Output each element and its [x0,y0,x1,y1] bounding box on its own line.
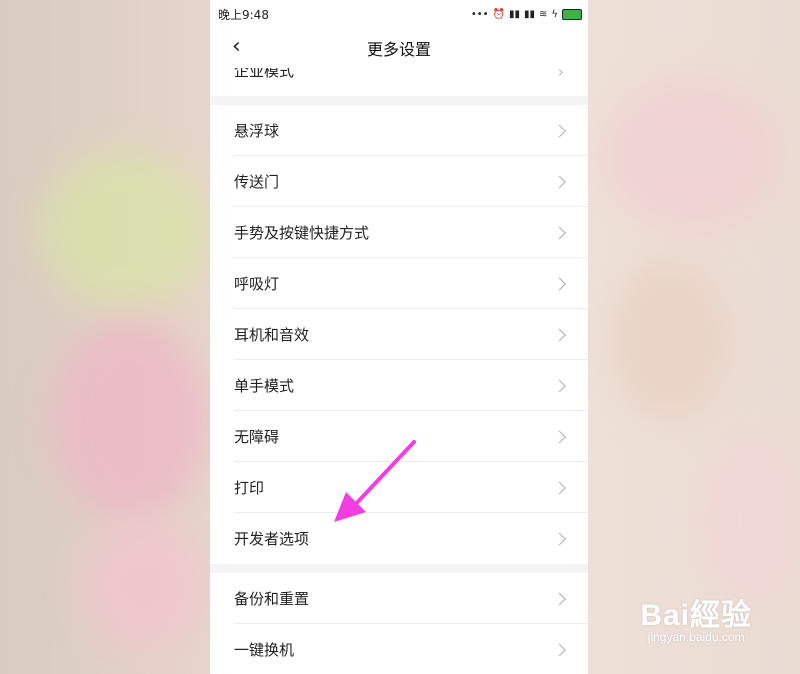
chevron-right-icon [553,643,566,656]
list-item[interactable]: 备份和重置 [210,573,588,624]
list-item-label: 一键换机 [234,641,295,659]
list-item-label: 悬浮球 [234,122,280,140]
phone-screen: 晚上9:48 ••• ⏰ ▮▮ ▮▮ ≋ ϟ ‹ 更多设置 企业模式 › 悬浮球… [210,0,588,674]
settings-group: 悬浮球 传送门 手势及按键快捷方式 呼吸灯 耳机和音效 单手模式 无障碍 打印 … [210,105,588,564]
chevron-right-icon [553,592,566,605]
background-blur [600,80,780,230]
list-item[interactable]: 呼吸灯 [210,258,588,309]
list-item[interactable]: 手势及按键快捷方式 [210,207,588,258]
chevron-right-icon [553,379,566,392]
list-item-label: 无障碍 [234,428,280,446]
page-title: 更多设置 [366,40,431,59]
wifi-icon: ≋ [539,8,548,20]
list-item-label: 打印 [234,479,265,497]
list-item[interactable]: 传送门 [210,156,588,207]
section-divider [210,96,588,105]
settings-group: 备份和重置 一键换机 [210,573,588,674]
background-blur [80,520,210,650]
chevron-right-icon: › [557,68,564,81]
alarm-icon: ⏰ [492,8,505,20]
header: ‹ 更多设置 [210,28,588,68]
chevron-right-icon [553,481,566,494]
list-item-label: 手势及按键快捷方式 [234,224,370,242]
status-icons: ••• ⏰ ▮▮ ▮▮ ≋ ϟ [470,8,582,20]
chevron-right-icon [553,175,566,188]
watermark-url: jingyan.baidu.com [647,630,745,644]
charging-icon: ϟ [551,8,558,20]
chevron-right-icon [553,532,566,545]
chevron-right-icon [553,277,566,290]
list-item[interactable]: 无障碍 [210,411,588,462]
list-item[interactable]: 耳机和音效 [210,309,588,360]
status-time: 晚上9:48 [218,7,269,22]
list-item[interactable]: 一键换机 [210,624,588,674]
list-item-label: 单手模式 [234,377,295,395]
list-item-label: 耳机和音效 [234,326,310,344]
background-blur [610,260,730,420]
list-item[interactable]: 单手模式 [210,360,588,411]
signal-icon: ▮▮ [523,8,535,20]
background-blur [50,320,210,520]
list-item[interactable]: 悬浮球 [210,105,588,156]
status-bar: 晚上9:48 ••• ⏰ ▮▮ ▮▮ ≋ ϟ [210,0,588,28]
more-icon: ••• [470,8,489,20]
watermark-main: Bai經验 [640,599,752,632]
chevron-right-icon [553,328,566,341]
battery-icon [562,8,582,20]
signal-icon: ▮▮ [508,8,520,20]
chevron-left-icon[interactable]: ‹ [232,36,241,58]
list-item-label: 备份和重置 [234,590,310,608]
chevron-right-icon [553,430,566,443]
section-divider [210,564,588,573]
chevron-right-icon [553,124,566,137]
chevron-right-icon [553,226,566,239]
list-item-label: 传送门 [234,173,280,191]
background-blur [40,150,210,310]
list-item-partial[interactable]: 企业模式 › [210,68,588,96]
background-blur [700,440,800,600]
list-item-label: 开发者选项 [234,530,310,548]
watermark-logo: Bai經验 jingyan.baidu.com [640,590,752,644]
list-item-label: 企业模式 [234,68,295,80]
list-item-label: 呼吸灯 [234,275,280,293]
list-item[interactable]: 打印 [210,462,588,513]
list-item-developer-options[interactable]: 开发者选项 [210,513,588,564]
